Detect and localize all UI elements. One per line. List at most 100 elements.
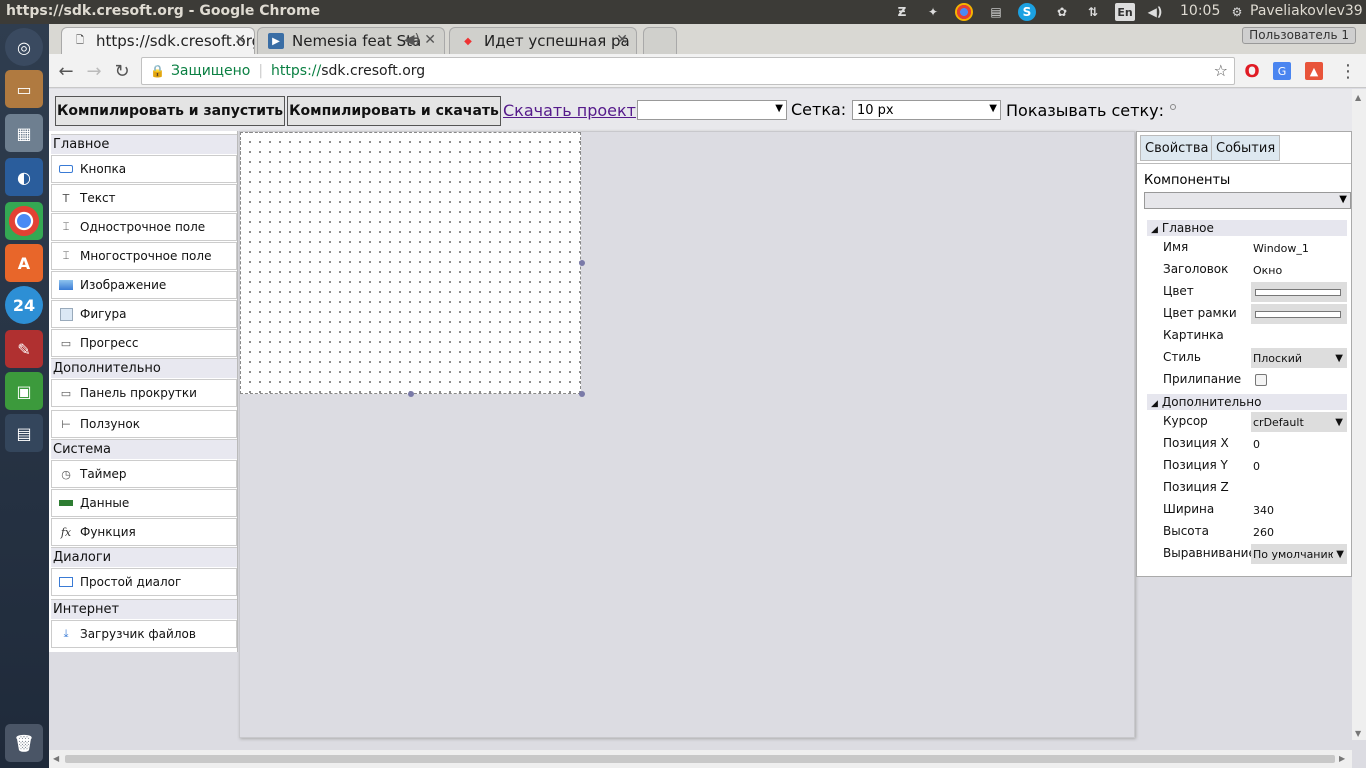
- user-name[interactable]: Paveliakovlev39: [1250, 3, 1363, 19]
- close-icon[interactable]: ✕: [234, 32, 246, 48]
- tab-nemesia[interactable]: ▶ Nemesia feat Sta ◀) ✕: [257, 27, 445, 54]
- palette-item-text[interactable]: T Текст: [51, 184, 237, 212]
- palette-item-image[interactable]: Изображение: [51, 271, 237, 299]
- palette-item-progress[interactable]: ▭ Прогресс: [51, 329, 237, 357]
- palette-item-function[interactable]: fx Функция: [51, 518, 237, 546]
- skype-icon[interactable]: S: [1018, 3, 1036, 21]
- show-grid-checkbox[interactable]: [1170, 104, 1176, 110]
- close-icon[interactable]: ✕: [424, 32, 436, 48]
- app-icon[interactable]: ◐: [5, 158, 43, 196]
- palette-item-single-line-field[interactable]: ⌶ Однострочное поле: [51, 213, 237, 241]
- workspace-switcher-icon[interactable]: ▤: [5, 414, 43, 452]
- cursor-value: crDefault: [1253, 415, 1304, 429]
- palette-item-scroll-panel[interactable]: ▭ Панель прокрутки: [51, 379, 237, 407]
- resize-handle-right[interactable]: [579, 260, 585, 266]
- vertical-scrollbar[interactable]: ▲ ▼: [1352, 89, 1366, 740]
- translate-icon[interactable]: G: [1273, 62, 1291, 80]
- trash-icon[interactable]: 🗑: [5, 724, 43, 762]
- system-settings-icon[interactable]: ✎: [5, 330, 43, 368]
- close-icon[interactable]: ✕: [616, 32, 628, 48]
- color-picker[interactable]: [1251, 282, 1347, 302]
- collapse-triangle-icon: ◢: [1151, 225, 1158, 235]
- tab-active[interactable]: 🗋 https://sdk.cresoft.org ✕: [61, 27, 255, 54]
- palette-item-simple-dialog[interactable]: Простой диалог: [51, 568, 237, 596]
- docking-checkbox[interactable]: [1255, 374, 1267, 386]
- tab-properties[interactable]: Свойства: [1140, 135, 1214, 161]
- game-icon[interactable]: ▣: [5, 372, 43, 410]
- item-label: Многострочное поле: [80, 249, 212, 263]
- gear-icon[interactable]: ⚙: [1228, 3, 1246, 21]
- scroll-up-icon[interactable]: ▲: [1355, 93, 1361, 102]
- volume-icon[interactable]: ◀): [1146, 3, 1164, 21]
- ubuntu-icon[interactable]: ◎: [5, 28, 43, 66]
- prop-value[interactable]: [1251, 478, 1347, 498]
- components-select[interactable]: ▼: [1144, 192, 1351, 209]
- palette-item-slider[interactable]: ⊢ Ползунок: [51, 410, 237, 438]
- url-scheme: https://: [271, 63, 322, 79]
- download-project-link[interactable]: Скачать проект: [503, 101, 636, 120]
- network-icon[interactable]: ⇅: [1084, 3, 1102, 21]
- palette-item-timer[interactable]: ◷ Таймер: [51, 460, 237, 488]
- collapse-triangle-icon: ◢: [1151, 399, 1158, 409]
- compile-run-button[interactable]: Компилировать и запустить: [55, 96, 285, 126]
- files-icon[interactable]: ▭: [5, 70, 43, 108]
- scroll-right-icon[interactable]: ▶: [1339, 754, 1345, 763]
- palette-item-shape[interactable]: Фигура: [51, 300, 237, 328]
- compile-download-button[interactable]: Компилировать и скачать: [287, 96, 501, 126]
- tab-idet[interactable]: ◆ Идет успешная ра ✕: [449, 27, 637, 54]
- dropbox-icon[interactable]: ✦: [924, 3, 942, 21]
- align-select[interactable]: По умолчанию ▼: [1251, 544, 1347, 564]
- palette-item-file-loader[interactable]: ⤓ Загрузчик файлов: [51, 620, 237, 648]
- zorin-icon[interactable]: Ƶ: [893, 3, 911, 21]
- palette-item-multi-line-field[interactable]: ⌶ Многострочное поле: [51, 242, 237, 270]
- category-main: Главное: [51, 134, 237, 154]
- back-arrow-icon[interactable]: ←: [55, 60, 77, 82]
- calculator-icon[interactable]: ▦: [5, 114, 43, 152]
- chat-icon[interactable]: ▤: [987, 3, 1005, 21]
- new-tab-button[interactable]: [643, 27, 677, 54]
- scroll-thumb[interactable]: [65, 755, 1335, 763]
- keyboard-layout[interactable]: En: [1115, 3, 1135, 21]
- menu-icon[interactable]: ⋮: [1337, 60, 1359, 82]
- clock[interactable]: 10:05: [1180, 3, 1220, 19]
- palette-item-button[interactable]: Кнопка: [51, 155, 237, 183]
- prop-value[interactable]: 260: [1251, 522, 1347, 542]
- form-window[interactable]: [240, 132, 581, 394]
- prop-value[interactable]: 0: [1251, 456, 1347, 476]
- palette-item-data[interactable]: Данные: [51, 489, 237, 517]
- user-profile-button[interactable]: Пользователь 1: [1242, 27, 1356, 44]
- prop-value[interactable]: 340: [1251, 500, 1347, 520]
- prop-value[interactable]: Window_1: [1251, 238, 1347, 258]
- prop-value[interactable]: [1251, 326, 1347, 346]
- tab-divider: [1137, 163, 1351, 164]
- star-icon[interactable]: ☆: [1214, 61, 1228, 80]
- software-center-icon[interactable]: A: [5, 244, 43, 282]
- chrome-tray-icon[interactable]: [955, 3, 973, 21]
- scroll-down-icon[interactable]: ▼: [1355, 729, 1361, 738]
- prop-value[interactable]: 0: [1251, 434, 1347, 454]
- speaker-icon[interactable]: ◀): [404, 32, 420, 48]
- bitrix24-icon[interactable]: 24: [5, 286, 43, 324]
- prop-value[interactable]: Окно: [1251, 260, 1347, 280]
- prop-key: Курсор: [1163, 414, 1208, 428]
- forward-arrow-icon[interactable]: →: [83, 60, 105, 82]
- form-select[interactable]: ▼: [637, 100, 787, 120]
- reload-icon[interactable]: ↻: [111, 60, 133, 82]
- section-main-header[interactable]: ◢ Главное: [1147, 220, 1347, 236]
- settings-tray-icon[interactable]: ✿: [1053, 3, 1071, 21]
- border-color-picker[interactable]: [1251, 304, 1347, 324]
- tab-events[interactable]: События: [1211, 135, 1281, 161]
- section-extra-header[interactable]: ◢ Дополнительно: [1147, 394, 1347, 410]
- style-select[interactable]: Плоский ▼: [1251, 348, 1347, 368]
- extension-icon[interactable]: ▲: [1305, 62, 1323, 80]
- scroll-left-icon[interactable]: ◀: [53, 754, 59, 763]
- chrome-icon[interactable]: [5, 202, 43, 240]
- resize-handle-bottom[interactable]: [408, 391, 414, 397]
- opera-icon[interactable]: O: [1241, 60, 1263, 82]
- design-workspace[interactable]: [239, 131, 1135, 738]
- cursor-select[interactable]: crDefault ▼: [1251, 412, 1347, 432]
- address-bar[interactable]: 🔒 Защищено | https:// sdk.cresoft.org ☆: [141, 57, 1235, 85]
- horizontal-scrollbar[interactable]: ◀ ▶: [49, 750, 1352, 768]
- resize-handle-corner[interactable]: [579, 391, 585, 397]
- grid-size-select[interactable]: 10 px ▼: [852, 100, 1001, 120]
